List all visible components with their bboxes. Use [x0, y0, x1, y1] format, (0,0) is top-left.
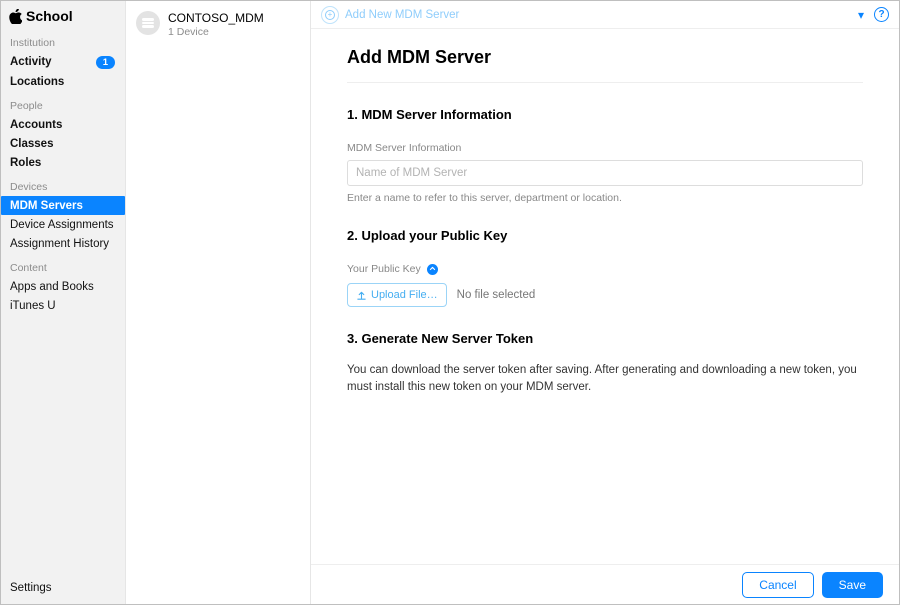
footer-bar: Cancel Save: [311, 564, 899, 604]
sidebar-item-label: Device Assignments: [10, 219, 114, 231]
sidebar-item-locations[interactable]: Locations: [1, 72, 125, 91]
server-name-field-label: MDM Server Information: [347, 142, 863, 154]
sidebar-item-label: Activity: [10, 56, 52, 68]
side-heading-devices: Devices: [1, 178, 125, 196]
sidebar-item-roles[interactable]: Roles: [1, 153, 125, 172]
sidebar-item-itunes-u[interactable]: iTunes U: [1, 296, 125, 315]
add-server-crumb-icon: +: [321, 6, 339, 24]
server-item-title: CONTOSO_MDM: [168, 11, 264, 25]
apple-logo-icon: [9, 9, 22, 24]
sidebar: School Institution Activity 1 Locations …: [1, 1, 126, 604]
save-button[interactable]: Save: [822, 572, 883, 598]
sidebar-item-label: Roles: [10, 157, 41, 169]
app-frame: School Institution Activity 1 Locations …: [0, 0, 900, 605]
crumb-title: Add New MDM Server: [345, 9, 459, 21]
sidebar-item-device-assignments[interactable]: Device Assignments: [1, 215, 125, 234]
plus-circle-icon: +: [325, 10, 335, 20]
info-icon[interactable]: [427, 264, 438, 275]
brand: School: [1, 1, 125, 28]
sidebar-item-label: MDM Servers: [10, 200, 83, 212]
server-name-input[interactable]: [347, 160, 863, 186]
upload-button-label: Upload File…: [371, 289, 438, 301]
side-heading-content: Content: [1, 259, 125, 277]
content: Add MDM Server 1. MDM Server Information…: [311, 29, 899, 564]
help-icon[interactable]: ?: [874, 7, 889, 22]
crumb-bar: + Add New MDM Server ▾ ?: [311, 1, 899, 29]
sidebar-item-label: Apps and Books: [10, 281, 94, 293]
server-list-item[interactable]: CONTOSO_MDM 1 Device: [126, 1, 310, 46]
section3-text: You can download the server token after …: [347, 362, 863, 397]
sidebar-item-label: Assignment History: [10, 238, 109, 250]
activity-badge: 1: [96, 56, 115, 69]
section2-title: 2. Upload your Public Key: [347, 228, 863, 243]
section3-title: 3. Generate New Server Token: [347, 331, 863, 346]
sidebar-item-label: Settings: [10, 582, 52, 594]
sidebar-item-apps-books[interactable]: Apps and Books: [1, 277, 125, 296]
cancel-button[interactable]: Cancel: [742, 572, 813, 598]
sidebar-item-label: Locations: [10, 76, 64, 88]
upload-file-button[interactable]: Upload File…: [347, 283, 447, 307]
sidebar-item-settings[interactable]: Settings: [1, 572, 125, 604]
side-heading-people: People: [1, 97, 125, 115]
sidebar-item-mdm-servers[interactable]: MDM Servers: [1, 196, 125, 215]
main-area: + Add New MDM Server ▾ ? Add MDM Server …: [311, 1, 899, 604]
server-item-subtitle: 1 Device: [168, 26, 264, 38]
sidebar-item-assignment-history[interactable]: Assignment History: [1, 234, 125, 253]
sidebar-item-accounts[interactable]: Accounts: [1, 115, 125, 134]
sidebar-item-label: Classes: [10, 138, 53, 150]
brand-title: School: [26, 8, 73, 24]
sidebar-item-activity[interactable]: Activity 1: [1, 52, 125, 72]
no-file-label: No file selected: [457, 289, 536, 301]
sidebar-item-label: iTunes U: [10, 300, 56, 312]
server-name-help: Enter a name to refer to this server, de…: [347, 192, 863, 204]
sidebar-item-label: Accounts: [10, 119, 62, 131]
public-key-label: Your Public Key: [347, 263, 421, 275]
chevron-down-icon[interactable]: ▾: [858, 8, 864, 22]
server-list: CONTOSO_MDM 1 Device: [126, 1, 311, 604]
side-heading-institution: Institution: [1, 34, 125, 52]
sidebar-item-classes[interactable]: Classes: [1, 134, 125, 153]
section1-title: 1. MDM Server Information: [347, 107, 863, 122]
page-title: Add MDM Server: [347, 47, 863, 83]
upload-icon: [356, 290, 367, 301]
server-avatar-icon: [136, 11, 160, 35]
